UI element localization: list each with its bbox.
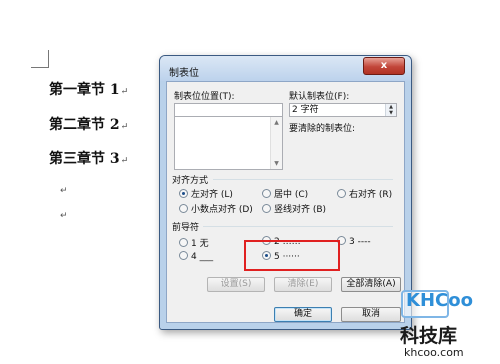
align-right-radio[interactable]: 右对齐 (R) [337, 187, 392, 200]
button-label: 全部清除(A) [346, 279, 396, 289]
leader-group-divider [203, 226, 393, 227]
chapter-heading-1[interactable]: 第一章节 1↵ [49, 79, 128, 99]
leader-group-label: 前导符 [172, 223, 200, 233]
tab-stop-position-label: 制表位位置(T): [174, 92, 235, 102]
set-button[interactable]: 设置(S) [207, 277, 265, 292]
leader-underline-radio[interactable]: 4 ___ [179, 251, 213, 262]
close-icon: x [380, 60, 388, 71]
tab-stops-dialog: 制表位 x 制表位位置(T): ▲ ▼ 默认制表位(F): 2 字符 ▲ ▼ 要… [159, 55, 412, 330]
highlight-annotation [244, 240, 340, 271]
radio-label: 3 ---- [349, 237, 371, 247]
radio-label: 竖线对齐 (B) [274, 205, 327, 215]
heading-text: 第一章节 1 [49, 82, 120, 98]
radio-icon [262, 204, 271, 213]
dialog-body: 制表位位置(T): ▲ ▼ 默认制表位(F): 2 字符 ▲ ▼ 要清除的制表位… [166, 81, 405, 323]
radio-icon [262, 189, 271, 198]
radio-icon [179, 238, 188, 247]
chapter-heading-2[interactable]: 第二章节 2↵ [49, 114, 128, 134]
scroll-down-icon[interactable]: ▼ [271, 160, 282, 167]
default-tab-value: 2 字符 [292, 105, 319, 115]
align-decimal-radio[interactable]: 小数点对齐 (D) [179, 202, 253, 215]
radio-icon [337, 189, 346, 198]
alignment-group-divider [213, 179, 393, 180]
default-tab-label: 默认制表位(F): [289, 92, 350, 102]
empty-paragraph-mark: ↵ [60, 186, 68, 196]
close-button[interactable]: x [363, 57, 405, 75]
empty-paragraph-mark: ↵ [60, 211, 68, 221]
tab-stop-list[interactable]: ▲ ▼ [174, 116, 283, 170]
radio-label: 右对齐 (R) [349, 190, 393, 200]
leader-dashes-radio[interactable]: 3 ---- [337, 236, 371, 247]
chapter-heading-3[interactable]: 第三章节 3↵ [49, 148, 128, 168]
radio-label: 4 ___ [191, 252, 214, 262]
heading-text: 第三章节 3 [49, 151, 120, 167]
watermark-url: khcoo.com [404, 346, 464, 359]
default-tab-spinner[interactable]: ▲ ▼ [385, 104, 396, 116]
radio-label: 居中 (C) [274, 190, 309, 200]
align-bar-radio[interactable]: 竖线对齐 (B) [262, 202, 326, 215]
button-label: 设置(S) [220, 279, 252, 289]
tab-stop-list-scrollbar[interactable]: ▲ ▼ [270, 117, 282, 169]
dialog-title: 制表位 [169, 68, 199, 79]
ok-button[interactable]: 确定 [274, 307, 332, 322]
paragraph-mark-icon: ↵ [120, 122, 129, 132]
leader-none-radio[interactable]: 1 无 [179, 236, 209, 249]
page-corner-marker [48, 50, 49, 68]
align-left-radio[interactable]: 左对齐 (L) [179, 187, 233, 200]
to-clear-label: 要清除的制表位: [289, 124, 356, 134]
dialog-titlebar[interactable]: 制表位 x [160, 56, 411, 81]
radio-icon [179, 204, 188, 213]
cancel-button[interactable]: 取消 [341, 307, 401, 322]
clear-button[interactable]: 清除(E) [274, 277, 332, 292]
button-label: 确定 [293, 309, 312, 319]
tab-stop-position-input[interactable] [174, 103, 283, 117]
default-tab-input[interactable]: 2 字符 ▲ ▼ [289, 103, 397, 117]
page-corner-marker [31, 67, 49, 68]
align-center-radio[interactable]: 居中 (C) [262, 187, 308, 200]
clear-all-button[interactable]: 全部清除(A) [341, 277, 401, 292]
radio-selected-icon [179, 189, 188, 198]
spin-down-icon[interactable]: ▼ [386, 110, 396, 116]
paragraph-mark-icon: ↵ [120, 87, 129, 97]
button-label: 清除(E) [287, 279, 319, 289]
paragraph-mark-icon: ↵ [120, 156, 129, 166]
button-label: 取消 [361, 309, 380, 319]
alignment-group-label: 对齐方式 [172, 176, 209, 186]
radio-label: 左对齐 (L) [191, 190, 233, 200]
radio-icon [179, 251, 188, 260]
scroll-up-icon[interactable]: ▲ [271, 119, 282, 126]
watermark-name: 科技库 [400, 325, 458, 347]
radio-label: 小数点对齐 (D) [191, 205, 253, 215]
heading-text: 第二章节 2 [49, 117, 120, 133]
watermark-brand: KHCoo [406, 290, 473, 311]
radio-label: 1 无 [191, 239, 209, 249]
